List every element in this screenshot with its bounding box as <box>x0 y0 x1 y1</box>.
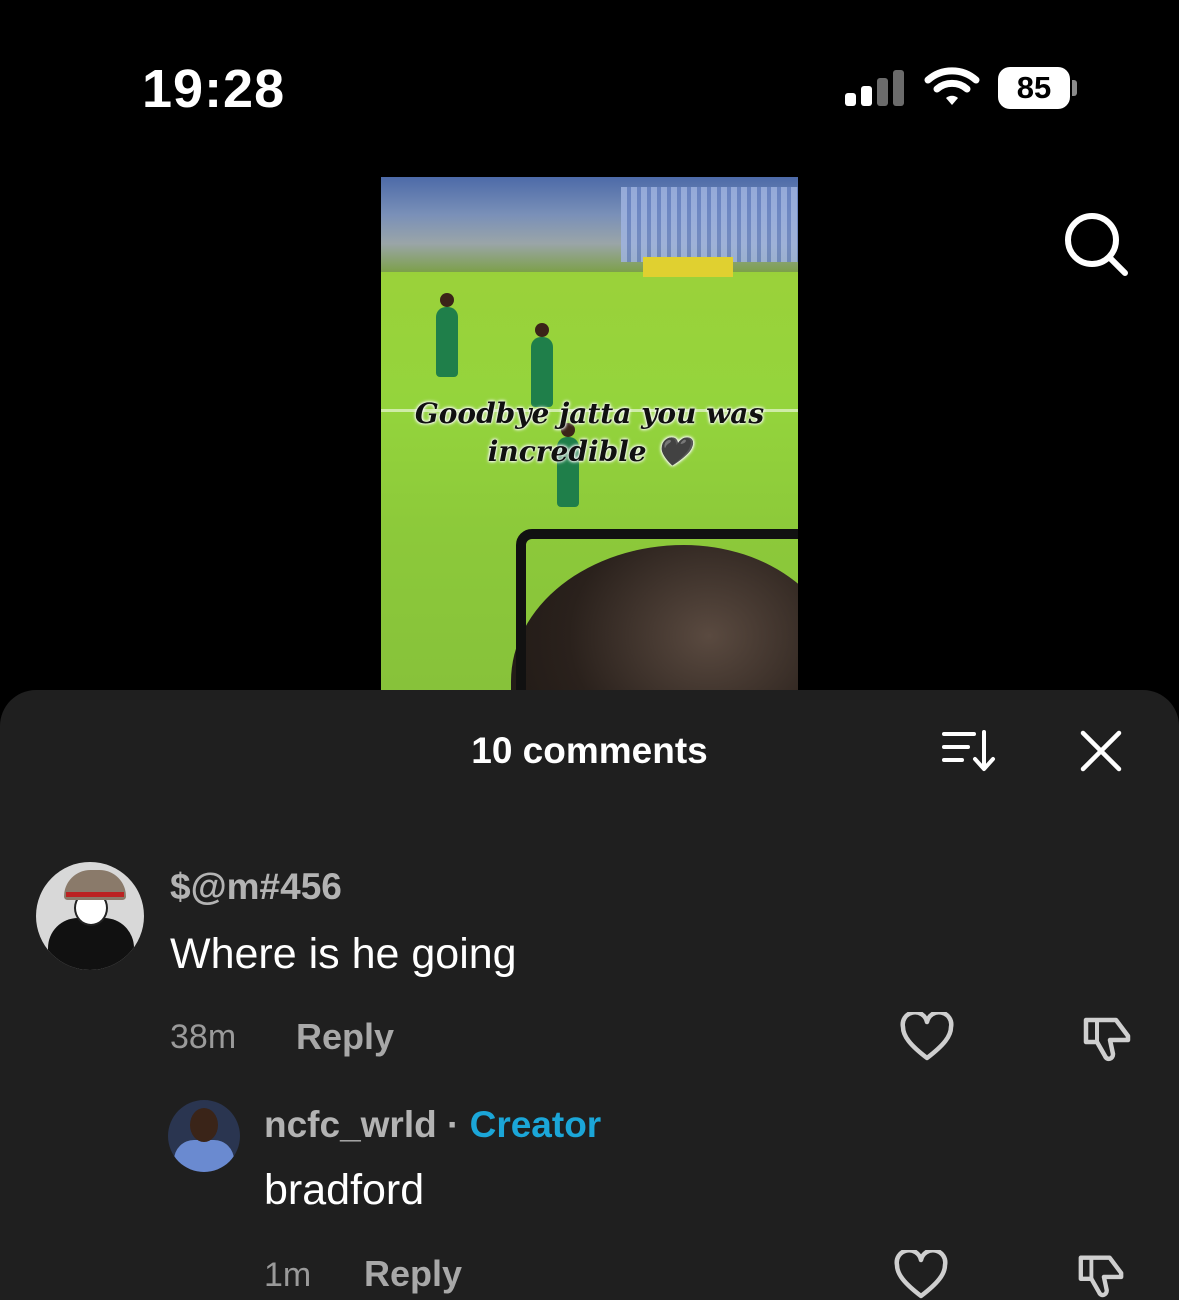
sort-icon[interactable] <box>942 728 998 774</box>
battery-level: 85 <box>998 67 1070 109</box>
video-caption: Goodbye jatta you was incredible 🖤 <box>381 395 798 471</box>
sunglasses <box>516 529 798 690</box>
reply-button[interactable]: Reply <box>296 1016 394 1058</box>
signal-icon <box>845 70 905 106</box>
comments-sheet: 10 comments $@m#456 Where is he going 38… <box>0 690 1179 1300</box>
close-icon[interactable] <box>1080 730 1122 772</box>
player-figure <box>436 293 458 377</box>
comments-count-title: 10 comments <box>471 730 708 771</box>
caption-line-2: incredible 🖤 <box>487 435 692 468</box>
comment-username[interactable]: ncfc_wrld <box>264 1104 437 1145</box>
comment-text: bradford <box>264 1166 425 1214</box>
battery-icon: 85 <box>998 67 1077 109</box>
reply-username-row: ncfc_wrld · Creator <box>264 1104 601 1146</box>
dislike-icon[interactable] <box>1074 1250 1128 1300</box>
comment-username[interactable]: $@m#456 <box>170 866 342 908</box>
username-separator: · <box>447 1104 460 1145</box>
avatar[interactable] <box>168 1100 240 1172</box>
avatar[interactable] <box>36 862 144 970</box>
comment-time: 38m <box>170 1018 237 1056</box>
heart-icon[interactable] <box>900 1012 954 1062</box>
stadium-stands <box>381 177 798 272</box>
caption-line-1: Goodbye jatta you was <box>414 397 765 430</box>
creator-badge: Creator <box>469 1104 602 1145</box>
dislike-icon[interactable] <box>1080 1012 1134 1064</box>
reply-button[interactable]: Reply <box>364 1253 462 1295</box>
video-thumbnail[interactable]: Goodbye jatta you was incredible 🖤 <box>381 177 798 690</box>
heart-icon[interactable] <box>894 1250 948 1300</box>
advertising-board <box>643 257 733 277</box>
status-time: 19:28 <box>142 59 286 119</box>
comment-text: Where is he going <box>170 930 517 978</box>
comment-time: 1m <box>264 1256 312 1294</box>
search-icon[interactable] <box>1062 210 1130 278</box>
wifi-icon <box>924 67 980 105</box>
